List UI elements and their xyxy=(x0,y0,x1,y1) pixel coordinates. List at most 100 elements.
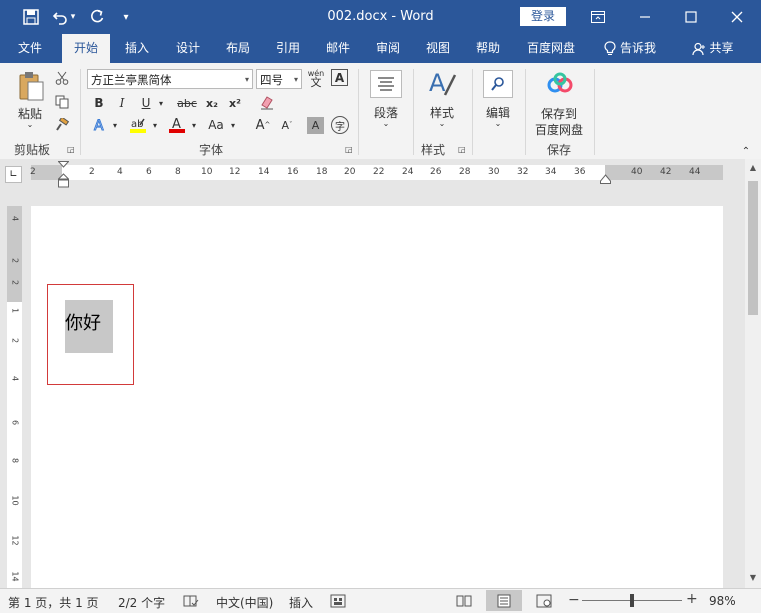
scroll-down-icon[interactable]: ▼ xyxy=(748,573,758,583)
save-group-label: 保存 xyxy=(547,143,572,157)
strikethrough-button[interactable]: abc xyxy=(176,94,198,112)
tab-insert[interactable]: 插入 xyxy=(115,34,159,63)
maximize-icon[interactable] xyxy=(680,6,702,28)
format-painter-icon[interactable] xyxy=(53,116,71,134)
tab-design[interactable]: 设计 xyxy=(166,34,210,63)
tab-references[interactable]: 引用 xyxy=(266,34,310,63)
font-family-select[interactable]: 方正兰亭黑简体 ▾ xyxy=(87,69,253,89)
cut-icon[interactable] xyxy=(53,69,71,87)
scroll-up-icon[interactable]: ▲ xyxy=(748,163,758,173)
highlight-dropdown-icon[interactable]: ▾ xyxy=(150,117,160,133)
zoom-in-icon[interactable]: + xyxy=(686,591,698,607)
copy-icon[interactable] xyxy=(53,93,71,111)
macro-record-icon[interactable] xyxy=(330,594,346,608)
enclose-characters-button[interactable]: 字 xyxy=(331,116,349,134)
superscript-button[interactable]: x² xyxy=(226,94,244,112)
font-color-icon[interactable]: A xyxy=(167,115,187,135)
ruler-tick: 44 xyxy=(689,167,701,177)
tell-me-button[interactable]: 告诉我 xyxy=(594,34,666,63)
ruler-tick: 1 xyxy=(10,307,20,314)
ruler-tick: 10 xyxy=(201,167,213,177)
styles-launcher-icon[interactable]: ◲ xyxy=(458,145,466,154)
tab-view[interactable]: 视图 xyxy=(416,34,460,63)
vertical-scrollbar[interactable]: ▲ ▼ xyxy=(745,159,761,588)
indent-marker-icon[interactable] xyxy=(57,161,70,189)
ruler-tick: 16 xyxy=(287,167,299,177)
share-label: 共享 xyxy=(709,41,734,55)
grow-font-label: A xyxy=(255,117,265,133)
font-family-value: 方正兰亭黑简体 xyxy=(91,73,172,87)
share-button[interactable]: 共享 xyxy=(688,34,738,63)
collapse-ribbon-icon[interactable]: ⌃ xyxy=(738,145,754,157)
zoom-slider-thumb[interactable] xyxy=(630,594,634,607)
underline-dropdown-icon[interactable]: ▾ xyxy=(156,94,166,112)
tab-file[interactable]: 文件 xyxy=(8,34,52,63)
document-page[interactable] xyxy=(31,206,723,588)
ruler-tick: 42 xyxy=(660,167,672,177)
subscript-button[interactable]: x₂ xyxy=(203,94,221,112)
ruler-tick: 34 xyxy=(545,167,557,177)
ruler-tick: 4 xyxy=(10,215,20,222)
character-border-icon[interactable]: A xyxy=(331,69,348,86)
tab-selector-icon[interactable]: ∟ xyxy=(5,166,22,183)
word-count[interactable]: 2/2 个字 xyxy=(118,594,165,611)
zoom-level[interactable]: 98% xyxy=(709,594,736,608)
text-effects-icon[interactable]: A xyxy=(91,116,109,134)
paragraph-dropdown-icon[interactable]: ⌄ xyxy=(379,119,393,128)
read-mode-icon[interactable] xyxy=(456,594,472,608)
minimize-icon[interactable] xyxy=(634,6,656,28)
phonetic-guide-icon[interactable]: wén 文 xyxy=(306,67,326,89)
styles-dropdown-icon[interactable]: ⌄ xyxy=(435,119,449,128)
ruler-tick: 40 xyxy=(631,167,643,177)
lightbulb-icon xyxy=(604,41,616,55)
close-icon[interactable] xyxy=(726,6,748,28)
tab-review[interactable]: 审阅 xyxy=(366,34,410,63)
right-indent-marker-icon[interactable] xyxy=(600,173,611,184)
web-layout-icon[interactable] xyxy=(536,594,552,608)
find-icon[interactable] xyxy=(483,70,513,98)
save-to-label[interactable]: 保存到 xyxy=(530,105,588,122)
horizontal-ruler[interactable]: 2 2 4 6 8 10 12 14 16 18 20 22 24 26 28 … xyxy=(30,165,723,180)
paste-dropdown-icon[interactable]: ⌄ xyxy=(23,120,37,129)
clipboard-launcher-icon[interactable]: ◲ xyxy=(67,145,75,154)
language-indicator[interactable]: 中文(中国) xyxy=(216,594,273,611)
paragraph-icon[interactable] xyxy=(370,70,402,98)
character-shading-button[interactable]: A xyxy=(307,117,324,134)
baidu-netdisk-icon[interactable] xyxy=(545,70,575,98)
ribbon-display-options-icon[interactable] xyxy=(587,6,609,28)
underline-button[interactable]: U xyxy=(138,94,154,112)
bold-button[interactable]: B xyxy=(91,94,107,112)
page-count[interactable]: 第 1 页，共 1 页 xyxy=(8,594,99,611)
proofing-icon[interactable] xyxy=(183,594,199,608)
font-size-select[interactable]: 四号 ▾ xyxy=(256,69,302,89)
tab-mailings[interactable]: 邮件 xyxy=(316,34,360,63)
vertical-ruler[interactable]: 4 2 2 1 2 4 6 8 10 12 14 xyxy=(7,206,22,588)
change-case-button[interactable]: Aa xyxy=(205,116,227,134)
ruler-tick: 22 xyxy=(373,167,385,177)
editing-dropdown-icon[interactable]: ⌄ xyxy=(491,119,505,128)
grow-font-button[interactable]: A ^ xyxy=(254,116,272,134)
styles-icon[interactable]: A xyxy=(426,68,458,100)
ruler-tick: 24 xyxy=(402,167,414,177)
shrink-font-button[interactable]: Aˇ xyxy=(278,116,296,134)
ruler-tick: 4 xyxy=(117,167,123,177)
login-button[interactable]: 登录 xyxy=(520,7,566,26)
text-effects-dropdown-icon[interactable]: ▾ xyxy=(110,117,120,133)
italic-button[interactable]: I xyxy=(114,94,130,112)
document-text[interactable]: 你好 xyxy=(65,309,101,335)
font-color-dropdown-icon[interactable]: ▾ xyxy=(189,117,199,133)
baidu-netdisk-label[interactable]: 百度网盘 xyxy=(530,121,588,138)
print-layout-icon[interactable] xyxy=(486,590,522,611)
tab-baidu-netdisk[interactable]: 百度网盘 xyxy=(518,34,584,63)
insert-mode-indicator[interactable]: 插入 xyxy=(289,594,313,611)
zoom-out-icon[interactable]: − xyxy=(568,592,580,608)
tab-home[interactable]: 开始 xyxy=(62,34,110,63)
tab-layout[interactable]: 布局 xyxy=(216,34,260,63)
font-launcher-icon[interactable]: ◲ xyxy=(345,145,353,154)
change-case-dropdown-icon[interactable]: ▾ xyxy=(228,117,238,133)
tab-help[interactable]: 帮助 xyxy=(466,34,510,63)
clear-formatting-icon[interactable] xyxy=(258,93,276,111)
scrollbar-thumb[interactable] xyxy=(748,181,758,315)
paste-icon[interactable] xyxy=(14,69,48,103)
highlight-color-icon[interactable]: ab xyxy=(128,115,148,135)
